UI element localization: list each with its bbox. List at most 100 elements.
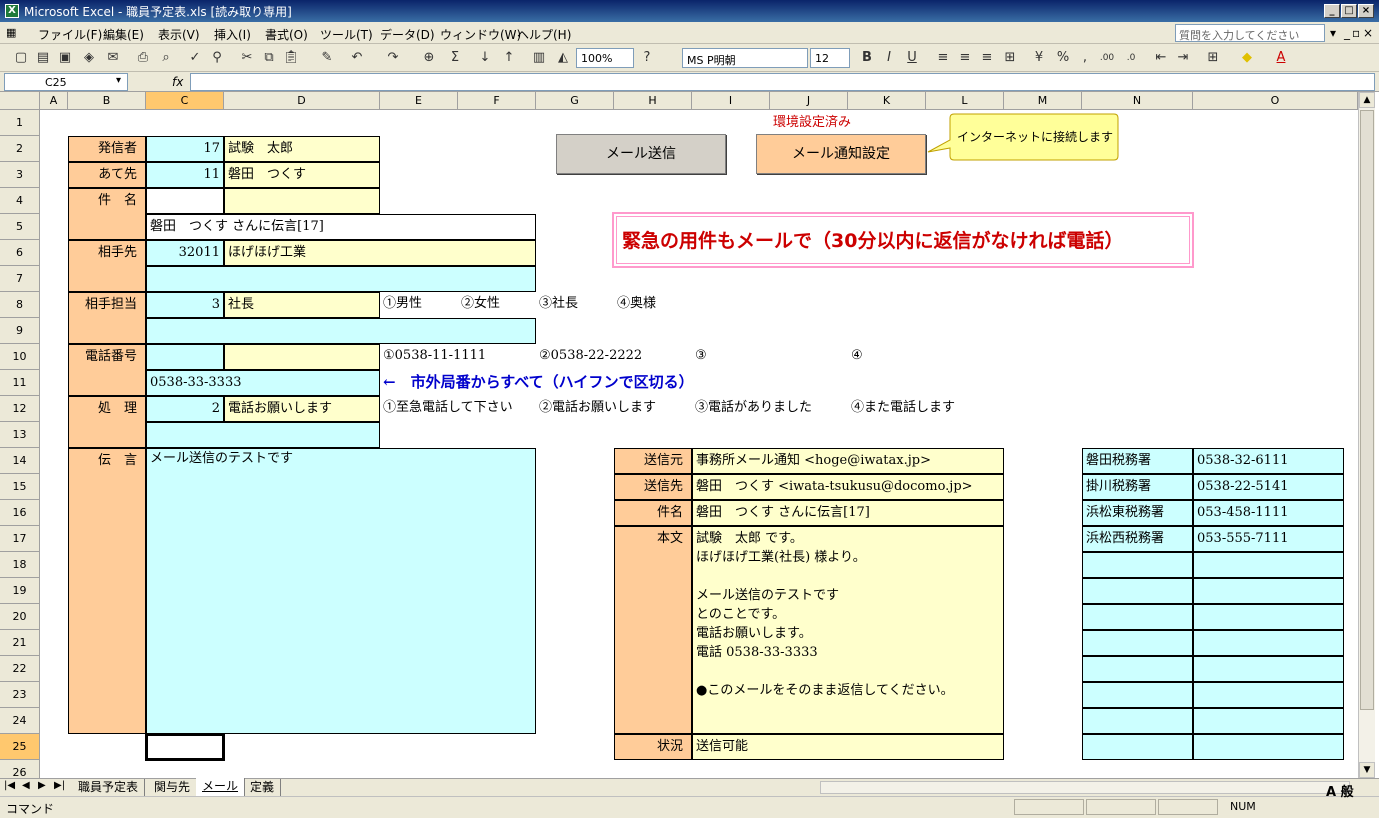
row-header-4[interactable]: 4 xyxy=(0,188,40,214)
decrease-decimal-icon[interactable]: .0 xyxy=(1122,49,1140,67)
sheet-tab-definitions[interactable]: 定義 xyxy=(244,779,282,796)
chart-icon[interactable]: ▥ xyxy=(530,49,548,67)
help-icon[interactable]: ? xyxy=(638,49,656,67)
preview-subject-value[interactable]: 磐田 つくす さんに伝言[17] xyxy=(692,500,1004,526)
row-header-13[interactable]: 13 xyxy=(0,422,40,448)
scroll-down-icon[interactable]: ▼ xyxy=(1359,762,1375,778)
ime-mode-indicator[interactable]: A 般 xyxy=(1326,781,1354,800)
contact-name-cell[interactable]: 社長 xyxy=(224,292,380,318)
menu-insert[interactable]: 挿入(I) xyxy=(214,26,251,43)
first-sheet-icon[interactable]: |◀ xyxy=(4,780,15,791)
permission-icon[interactable]: ◈ xyxy=(80,49,98,67)
row-header-19[interactable]: 19 xyxy=(0,578,40,604)
fx-icon[interactable]: fx xyxy=(172,75,183,89)
col-header-h[interactable]: H xyxy=(614,92,692,110)
save-icon[interactable]: ▣ xyxy=(56,49,74,67)
font-color-icon[interactable]: A xyxy=(1272,49,1290,67)
contact-id-cell[interactable]: 3 xyxy=(146,292,224,318)
doc-close-icon[interactable]: × xyxy=(1363,26,1373,40)
undo-icon[interactable]: ↶ xyxy=(348,49,366,67)
cut-icon[interactable]: ✂ xyxy=(238,49,256,67)
menu-help[interactable]: ヘルプ(H) xyxy=(517,26,571,43)
new-icon[interactable]: ▢ xyxy=(12,49,30,67)
bold-icon[interactable]: B xyxy=(858,49,876,67)
menu-edit[interactable]: 編集(E) xyxy=(103,26,144,43)
row-header-6[interactable]: 6 xyxy=(0,240,40,266)
active-cell-c25[interactable] xyxy=(145,733,225,761)
align-right-icon[interactable]: ≡ xyxy=(978,49,996,67)
tax-office-phone-cell[interactable]: 0538-32-6111 xyxy=(1193,448,1344,474)
zoom-select[interactable]: 100% xyxy=(576,48,634,68)
preview-status-value[interactable]: 送信可能 xyxy=(692,734,1004,760)
autosum-icon[interactable]: Σ xyxy=(446,49,464,67)
action-id-cell[interactable]: 2 xyxy=(146,396,224,422)
col-header-m[interactable]: M xyxy=(1004,92,1082,110)
col-header-l[interactable]: L xyxy=(926,92,1004,110)
formula-input[interactable] xyxy=(190,73,1375,91)
name-box-dropdown-icon[interactable]: ▾ xyxy=(116,75,121,86)
phone-select-cell[interactable] xyxy=(224,344,380,370)
copy-icon[interactable]: ⧉ xyxy=(260,49,278,67)
tax-office-name-cell[interactable] xyxy=(1082,552,1193,578)
select-all-corner[interactable] xyxy=(0,92,40,110)
print-preview-icon[interactable]: ⌕ xyxy=(157,49,175,67)
print-icon[interactable]: ⎙ xyxy=(134,49,152,67)
to-name-cell[interactable]: 磐田 つくす xyxy=(224,162,380,188)
tax-office-phone-cell[interactable] xyxy=(1193,656,1344,682)
tax-office-name-cell[interactable]: 掛川税務署 xyxy=(1082,474,1193,500)
last-sheet-icon[interactable]: ▶| xyxy=(54,780,65,791)
tax-office-phone-cell[interactable] xyxy=(1193,630,1344,656)
open-icon[interactable]: ▤ xyxy=(34,49,52,67)
row-header-2[interactable]: 2 xyxy=(0,136,40,162)
tax-office-name-cell[interactable] xyxy=(1082,578,1193,604)
tax-office-phone-cell[interactable] xyxy=(1193,682,1344,708)
row-header-5[interactable]: 5 xyxy=(0,214,40,240)
menu-format[interactable]: 書式(O) xyxy=(265,26,308,43)
sheet-tab-clients[interactable]: 関与先 xyxy=(148,779,198,796)
excel-app-icon[interactable]: X xyxy=(5,4,19,18)
row-header-15[interactable]: 15 xyxy=(0,474,40,500)
sender-id-cell[interactable]: 17 xyxy=(146,136,224,162)
fill-color-icon[interactable]: ◆ xyxy=(1238,49,1256,67)
email-icon[interactable]: ✉ xyxy=(104,49,122,67)
underline-icon[interactable]: U xyxy=(903,49,921,67)
tax-office-phone-cell[interactable] xyxy=(1193,578,1344,604)
menu-view[interactable]: 表示(V) xyxy=(158,26,200,43)
preview-from-value[interactable]: 事務所メール通知 <hoge@iwatax.jp> xyxy=(692,448,1004,474)
hyperlink-icon[interactable]: ⊕ xyxy=(420,49,438,67)
row-header-7[interactable]: 7 xyxy=(0,266,40,292)
tax-office-phone-cell[interactable]: 0538-22-5141 xyxy=(1193,474,1344,500)
menu-file[interactable]: ファイル(F) xyxy=(38,26,102,43)
align-center-icon[interactable]: ≡ xyxy=(956,49,974,67)
sheet-tab-staff-schedule[interactable]: 職員予定表 xyxy=(72,779,146,796)
comma-icon[interactable]: , xyxy=(1076,49,1094,67)
col-header-d[interactable]: D xyxy=(224,92,380,110)
row-header-14[interactable]: 14 xyxy=(0,448,40,474)
tax-office-phone-cell[interactable] xyxy=(1193,708,1344,734)
col-header-i[interactable]: I xyxy=(692,92,770,110)
row-header-21[interactable]: 21 xyxy=(0,630,40,656)
row-header-12[interactable]: 12 xyxy=(0,396,40,422)
col-header-a[interactable]: A xyxy=(40,92,68,110)
row-header-26[interactable]: 26 xyxy=(0,760,40,778)
sender-name-cell[interactable]: 試験 太郎 xyxy=(224,136,380,162)
menu-window[interactable]: ウィンドウ(W) xyxy=(440,26,521,43)
sort-asc-icon[interactable]: ↓ xyxy=(476,49,494,67)
tax-office-name-cell[interactable] xyxy=(1082,734,1193,760)
maximize-button[interactable]: □ xyxy=(1341,4,1357,18)
tax-office-phone-cell[interactable]: 053-555-7111 xyxy=(1193,526,1344,552)
row-header-25[interactable]: 25 xyxy=(0,734,40,760)
scroll-thumb[interactable] xyxy=(1360,110,1374,710)
row-header-10[interactable]: 10 xyxy=(0,344,40,370)
subject-blank-d4[interactable] xyxy=(224,188,380,214)
message-value-cell[interactable]: メール送信のテストです xyxy=(146,448,536,734)
doc-minimize-icon[interactable]: _ xyxy=(1344,26,1350,40)
preview-body-value[interactable]: 試験 太郎 です。 ほげほげ工業(社長) 様より。 メール送信のテストです との… xyxy=(692,526,1004,734)
row-header-23[interactable]: 23 xyxy=(0,682,40,708)
horizontal-scrollbar[interactable] xyxy=(820,781,1350,794)
col-header-f[interactable]: F xyxy=(458,92,536,110)
scroll-up-icon[interactable]: ▲ xyxy=(1359,92,1375,108)
increase-indent-icon[interactable]: ⇥ xyxy=(1174,49,1192,67)
decrease-indent-icon[interactable]: ⇤ xyxy=(1152,49,1170,67)
col-header-o[interactable]: O xyxy=(1193,92,1358,110)
